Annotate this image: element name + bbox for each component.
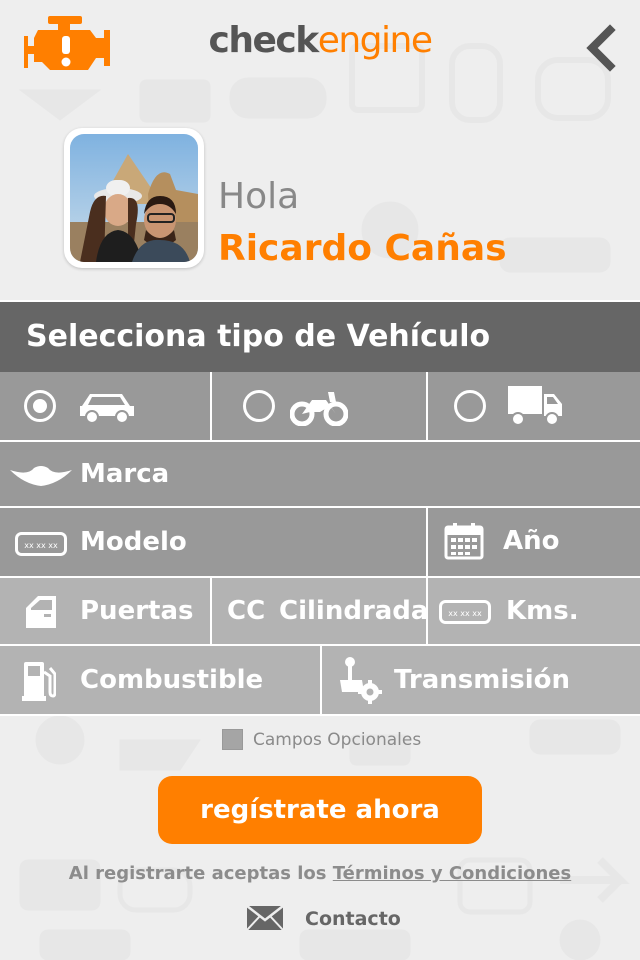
field-puertas[interactable]: Puertas xyxy=(0,578,212,646)
plate-text: xx xx xx xyxy=(24,541,58,550)
license-plate-icon: xx xx xx xyxy=(15,532,67,556)
car-icon xyxy=(80,394,134,424)
anio-label: Año xyxy=(503,526,560,556)
field-kms[interactable]: xx xx xx Kms. xyxy=(428,578,640,646)
chevron-left-icon xyxy=(586,24,616,72)
terms-text: Al registrarte aceptas los Términos y Co… xyxy=(0,863,640,884)
vehicle-type-motorcycle[interactable] xyxy=(212,372,428,442)
car-door-icon xyxy=(26,596,56,628)
radio-truck[interactable] xyxy=(454,390,486,422)
register-button[interactable]: regístrate ahora xyxy=(158,776,482,844)
brand-part-engine: engine xyxy=(317,20,433,61)
field-anio[interactable]: Año xyxy=(428,508,640,578)
profile-photo xyxy=(70,134,198,262)
optional-fields-checkbox[interactable] xyxy=(222,729,243,750)
field-modelo[interactable]: xx xx xx Modelo xyxy=(0,508,428,578)
odometer-text: xx xx xx xyxy=(448,609,482,618)
vehicle-type-truck[interactable] xyxy=(428,372,640,442)
cilindrada-label: Cilindrada xyxy=(279,596,429,626)
modelo-label: Modelo xyxy=(80,527,187,557)
section-title: Selecciona tipo de Vehículo xyxy=(26,319,491,354)
user-name: Ricardo Cañas xyxy=(218,228,507,269)
greeting-text: Hola xyxy=(218,176,300,217)
vehicle-type-car[interactable] xyxy=(0,372,212,442)
contact-label: Contacto xyxy=(305,908,401,930)
odometer-icon: xx xx xx xyxy=(439,600,491,624)
cc-icon: CC xyxy=(227,596,266,626)
motorcycle-icon xyxy=(290,392,348,426)
app-header: checkengine xyxy=(0,0,640,100)
field-marca[interactable]: Marca xyxy=(0,442,640,508)
calendar-icon xyxy=(444,523,484,560)
fuel-pump-icon xyxy=(22,662,56,701)
transmision-label: Transmisión xyxy=(394,665,570,695)
radio-car[interactable] xyxy=(24,390,56,422)
kms-label: Kms. xyxy=(506,596,579,626)
avatar[interactable] xyxy=(64,128,204,268)
combustible-label: Combustible xyxy=(80,665,264,695)
terms-prefix: Al registrarte aceptas los xyxy=(68,863,327,884)
brand-wings-icon xyxy=(10,466,72,486)
back-button[interactable] xyxy=(580,22,622,74)
radio-motorcycle[interactable] xyxy=(243,390,275,422)
truck-icon xyxy=(508,386,562,426)
puertas-label: Puertas xyxy=(80,596,194,626)
terms-link[interactable]: Términos y Condiciones xyxy=(333,863,571,884)
envelope-icon xyxy=(246,905,284,931)
brand-part-check: check xyxy=(208,20,320,61)
brand-logo: checkengine xyxy=(0,20,640,61)
field-combustible[interactable]: Combustible xyxy=(0,646,322,716)
field-cilindrada[interactable]: CC Cilindrada xyxy=(212,578,428,646)
vehicle-section-header: Selecciona tipo de Vehículo xyxy=(0,300,640,372)
gear-shift-icon xyxy=(340,657,382,704)
field-transmision[interactable]: Transmisión xyxy=(322,646,640,716)
marca-label: Marca xyxy=(80,459,170,489)
optional-fields-label: Campos Opcionales xyxy=(253,730,422,750)
